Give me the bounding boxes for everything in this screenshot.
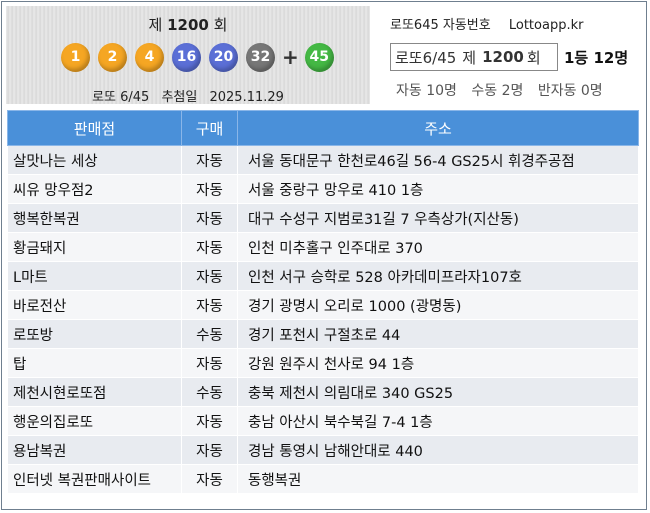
store-name-cell: 황금돼지 [7, 232, 182, 262]
purchase-type-cell: 자동 [181, 203, 238, 233]
header-purchase: 구매 [181, 110, 238, 146]
site-name: Lottoapp.kr [508, 18, 584, 33]
number-ball: 16 [172, 42, 201, 72]
round-number: 1200 [167, 16, 209, 34]
app-title-line: 로또645 자동번호 Lottoapp.kr [390, 14, 645, 34]
draw-date: 2025.11.29 [209, 90, 284, 105]
app-title: 로또645 자동번호 [390, 18, 491, 33]
table-row[interactable]: L마트 자동 인천 서구 승학로 528 아카데미프라자107호 [7, 261, 639, 291]
purchase-type-cell: 자동 [181, 435, 238, 465]
store-name-cell: 바로전산 [7, 290, 182, 320]
purchase-type-cell: 자동 [181, 261, 238, 291]
round-game-label: 로또6/45 [395, 48, 457, 67]
table-row[interactable]: 인터넷 복권판매사이트 자동 동행복권 [7, 464, 639, 494]
store-name-cell: 로또방 [7, 319, 182, 349]
header-store: 판매점 [7, 110, 182, 146]
address-cell: 대구 수성구 지범로31길 7 우측상가(지산동) [237, 203, 639, 233]
number-ball: 2 [98, 42, 127, 72]
table-row[interactable]: 행운의집로또 자동 충남 아산시 북수북길 7-4 1층 [7, 406, 639, 436]
address-cell: 충북 제천시 의림대로 340 GS25 [237, 377, 639, 407]
address-cell: 경남 통영시 남해안대로 440 [237, 435, 639, 465]
number-ball: 32 [246, 42, 275, 72]
game-name: 로또 6/45 [92, 90, 150, 105]
table-row[interactable]: 제천시현로또점 수동 충북 제천시 의림대로 340 GS25 [7, 377, 639, 407]
table-row[interactable]: 황금돼지 자동 인천 미추홀구 인주대로 370 [7, 232, 639, 262]
table-row[interactable]: 행복한복권 자동 대구 수성구 지범로31길 7 우측상가(지산동) [7, 203, 639, 233]
winning-stores-table: 판매점 구매 주소 살맛나는 세상 자동 서울 동대문구 한천로46길 56-4 G… [7, 110, 639, 494]
bonus-ball: 45 [304, 42, 334, 72]
purchase-type-cell: 수동 [181, 319, 238, 349]
round-number-value: 1200 [482, 48, 524, 66]
first-prize-winners: 1등 12명 [564, 48, 629, 67]
store-name-cell: 제천시현로또점 [7, 377, 182, 407]
table-row[interactable]: 탑 자동 강원 원주시 천사로 94 1층 [7, 348, 639, 378]
store-name-cell: 씨유 망우점2 [7, 174, 182, 204]
number-ball: 20 [209, 42, 238, 72]
draw-date-label: 추첨일 [161, 90, 198, 105]
address-cell: 인천 미추홀구 인주대로 370 [237, 232, 639, 262]
table-row[interactable]: 씨유 망우점2 자동 서울 중랑구 망우로 410 1층 [7, 174, 639, 204]
auto-count: 자동 10명 [396, 83, 457, 99]
draw-result-banner: 제 1200 회 1 2 4 16 20 32 + 45 로또 6/45 추첨일… [6, 6, 370, 105]
manual-count: 수동 2명 [471, 83, 524, 99]
purchase-type-cell: 자동 [181, 464, 238, 494]
address-cell: 동행복권 [237, 464, 639, 494]
address-cell: 인천 서구 승학로 528 아카데미프라자107호 [237, 261, 639, 291]
store-name-cell: 탑 [7, 348, 182, 378]
purchase-type-cell: 자동 [181, 145, 238, 175]
draw-round-title: 제 1200 회 [6, 14, 370, 35]
purchase-type-cell: 자동 [181, 348, 238, 378]
address-cell: 경기 광명시 오리로 1000 (광명동) [237, 290, 639, 320]
table-row[interactable]: 로또방 수동 경기 포천시 구절초로 44 [7, 319, 639, 349]
address-cell: 강원 원주시 천사로 94 1층 [237, 348, 639, 378]
table-row[interactable]: 바로전산 자동 경기 광명시 오리로 1000 (광명동) [7, 290, 639, 320]
round-suffix: 회 [213, 16, 228, 34]
address-cell: 서울 중랑구 망우로 410 1층 [237, 174, 639, 204]
round-prefix-label: 제 [462, 48, 477, 67]
round-input[interactable]: 로또6/45 제 1200 회 [390, 43, 558, 71]
purchase-type-cell: 자동 [181, 290, 238, 320]
table-row[interactable]: 살맛나는 세상 자동 서울 동대문구 한천로46길 56-4 GS25시 휘경주공점 [7, 145, 639, 175]
address-cell: 경기 포천시 구절초로 44 [237, 319, 639, 349]
store-name-cell: 인터넷 복권판매사이트 [7, 464, 182, 494]
store-name-cell: L마트 [7, 261, 182, 291]
store-name-cell: 행운의집로또 [7, 406, 182, 436]
purchase-type-cell: 자동 [181, 232, 238, 262]
purchase-type-counts: 자동 10명 수동 2명 반자동 0명 [396, 80, 613, 100]
store-name-cell: 용남복권 [7, 435, 182, 465]
info-panel: 로또645 자동번호 Lottoapp.kr [390, 14, 645, 34]
number-ball: 1 [61, 42, 90, 72]
round-suffix-label: 회 [526, 48, 541, 67]
draw-date-line: 로또 6/45 추첨일 2025.11.29 [6, 86, 370, 105]
store-name-cell: 살맛나는 세상 [7, 145, 182, 175]
round-selector-row: 로또6/45 제 1200 회 1등 12명 [390, 43, 628, 71]
store-name-cell: 행복한복권 [7, 203, 182, 233]
round-prefix: 제 [148, 16, 163, 34]
header-address: 주소 [237, 110, 639, 146]
address-cell: 서울 동대문구 한천로46길 56-4 GS25시 휘경주공점 [237, 145, 639, 175]
table-header-row: 판매점 구매 주소 [7, 110, 639, 146]
table-row[interactable]: 용남복권 자동 경남 통영시 남해안대로 440 [7, 435, 639, 465]
address-cell: 충남 아산시 북수북길 7-4 1층 [237, 406, 639, 436]
plus-sign: + [282, 45, 299, 69]
purchase-type-cell: 수동 [181, 377, 238, 407]
purchase-type-cell: 자동 [181, 174, 238, 204]
semi-auto-count: 반자동 0명 [537, 83, 603, 99]
number-ball: 4 [135, 42, 164, 72]
purchase-type-cell: 자동 [181, 406, 238, 436]
winning-numbers: 1 2 4 16 20 32 + 45 [61, 40, 342, 74]
